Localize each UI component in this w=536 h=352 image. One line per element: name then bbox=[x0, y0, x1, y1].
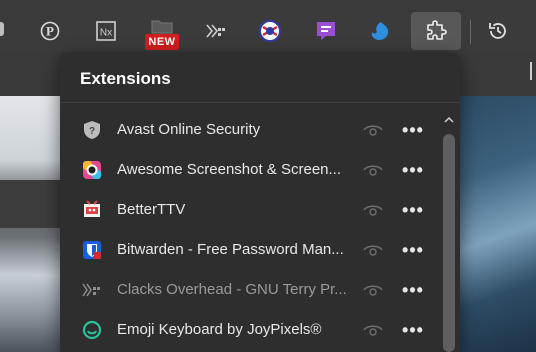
vpn-icon[interactable] bbox=[250, 12, 290, 50]
chat-icon[interactable] bbox=[306, 12, 346, 50]
extension-list-scrollbar[interactable] bbox=[440, 112, 458, 352]
extension-list: ? Avast Online Security ••• Awesome Scre… bbox=[60, 110, 436, 350]
pinterest-icon[interactable]: P bbox=[30, 12, 70, 50]
pin-toggle-icon[interactable] bbox=[362, 281, 384, 299]
nx-icon[interactable]: Nx bbox=[86, 12, 126, 50]
svg-text:?: ? bbox=[89, 126, 95, 137]
background-photo-right bbox=[456, 96, 536, 352]
awesome-screenshot-icon bbox=[82, 160, 102, 180]
extension-name: Emoji Keyboard by JoyPixels® bbox=[117, 321, 322, 338]
bitwarden-icon bbox=[82, 240, 102, 260]
svg-text:Nx: Nx bbox=[100, 28, 112, 39]
clacks-overhead-icon bbox=[82, 280, 102, 300]
flame-icon[interactable] bbox=[360, 12, 400, 50]
more-options-button[interactable]: ••• bbox=[400, 120, 426, 140]
more-options-button[interactable]: ••• bbox=[400, 200, 426, 220]
extension-item-joypixels[interactable]: Emoji Keyboard by JoyPixels® ••• bbox=[60, 310, 436, 350]
extension-name: Bitwarden - Free Password Man... bbox=[117, 241, 344, 258]
extension-item-clacks-overhead[interactable]: Clacks Overhead - GNU Terry Pr... ••• bbox=[60, 270, 436, 310]
extension-name: Clacks Overhead - GNU Terry Pr... bbox=[117, 281, 347, 298]
pin-toggle-icon[interactable] bbox=[362, 121, 384, 139]
puzzle-extensions-icon[interactable] bbox=[411, 12, 461, 50]
toolbar-separator bbox=[470, 20, 471, 44]
pin-toggle-icon[interactable] bbox=[362, 201, 384, 219]
pin-toggle-icon[interactable] bbox=[362, 241, 384, 259]
more-options-button[interactable]: ••• bbox=[400, 320, 426, 340]
pin-toggle-icon[interactable] bbox=[362, 161, 384, 179]
extension-item-bitwarden[interactable]: Bitwarden - Free Password Man... ••• bbox=[60, 230, 436, 270]
extension-name: BetterTTV bbox=[117, 201, 186, 218]
truncated-icon-edge bbox=[0, 22, 4, 36]
panel-divider bbox=[60, 102, 460, 103]
extension-item-avast[interactable]: ? Avast Online Security ••• bbox=[60, 110, 436, 150]
browser-toolbar: P Nx NEW bbox=[0, 0, 536, 52]
more-options-button[interactable]: ••• bbox=[400, 240, 426, 260]
scrollbar-thumb[interactable] bbox=[443, 134, 455, 352]
extension-item-betterttv[interactable]: BetterTTV ••• bbox=[60, 190, 436, 230]
more-options-button[interactable]: ••• bbox=[400, 280, 426, 300]
extensions-panel: Extensions ? Avast Online Security ••• A… bbox=[60, 52, 460, 352]
avast-shield-icon: ? bbox=[82, 120, 102, 140]
scroll-up-arrow-icon[interactable] bbox=[440, 112, 458, 128]
panel-title: Extensions bbox=[80, 69, 171, 88]
scroll-edge-mark bbox=[530, 62, 532, 80]
betterttv-icon bbox=[82, 200, 102, 220]
pin-toggle-icon[interactable] bbox=[362, 321, 384, 339]
clacks-icon[interactable] bbox=[196, 12, 236, 50]
joypixels-icon bbox=[82, 320, 102, 340]
history-icon[interactable] bbox=[478, 12, 518, 50]
extension-name: Avast Online Security bbox=[117, 121, 261, 138]
more-options-button[interactable]: ••• bbox=[400, 160, 426, 180]
svg-text:P: P bbox=[46, 24, 54, 39]
extension-name: Awesome Screenshot & Screen... bbox=[117, 161, 342, 178]
extension-item-awesome-screenshot[interactable]: Awesome Screenshot & Screen... ••• bbox=[60, 150, 436, 190]
new-badge: NEW bbox=[145, 34, 179, 50]
